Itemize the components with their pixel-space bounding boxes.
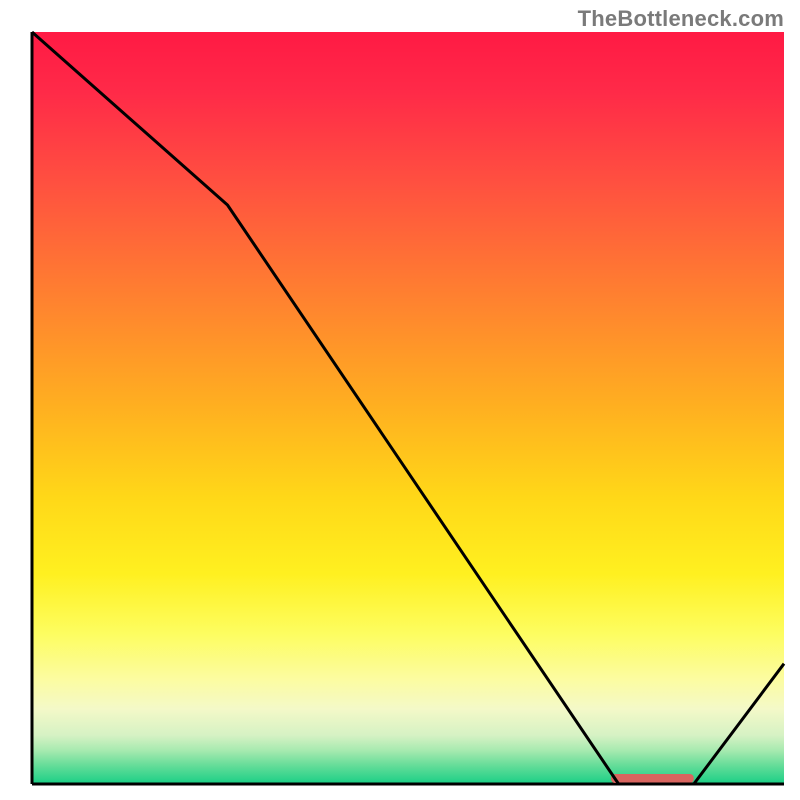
watermark-text: TheBottleneck.com bbox=[578, 6, 784, 32]
optimal-range-marker bbox=[611, 774, 694, 783]
bottleneck-chart bbox=[0, 0, 800, 800]
chart-container: TheBottleneck.com bbox=[0, 0, 800, 800]
plot-background bbox=[32, 32, 784, 784]
